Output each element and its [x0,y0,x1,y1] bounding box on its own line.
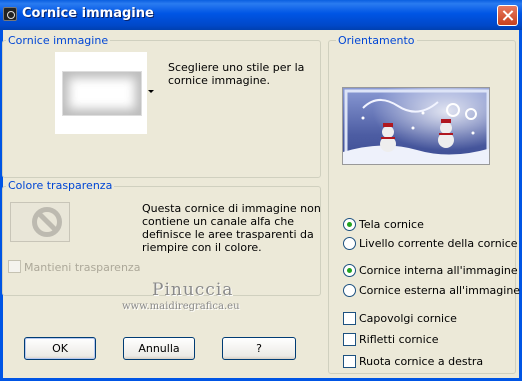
radio-frame-current-layer-label: Livello corrente della cornice [359,237,518,250]
transparency-color-swatch[interactable] [10,202,70,242]
radio-frame-outside[interactable] [343,284,356,297]
close-button[interactable] [497,5,518,26]
keep-transparency-checkbox[interactable] [8,260,21,273]
no-symbol-icon [32,207,62,237]
frame-description-2: cornice immagine. [168,74,270,87]
rotate-frame-checkbox[interactable] [343,355,356,368]
transparency-description: Questa cornice di immagine non [142,202,321,215]
radio-frame-current-layer[interactable] [343,237,356,250]
cancel-button[interactable]: Annulla [123,337,195,360]
transparency-group-label: Colore trasparenza [6,179,115,192]
orientation-group-label: Orientamento [336,34,417,47]
chevron-down-icon[interactable] [148,90,154,93]
frame-description: Scegliere uno stile per la [168,61,305,74]
title-bar[interactable]: Cornice immagine [0,0,522,30]
flip-frame-label: Capovolgi cornice [359,312,457,325]
radio-frame-canvas[interactable] [343,218,356,231]
watermark-name: Pinuccia [152,280,234,300]
preview-image [343,88,489,164]
rotate-frame-label: Ruota cornice a destra [359,355,484,368]
watermark-site: www.maidiregrafica.eu [122,301,240,312]
radio-frame-inside[interactable] [343,264,356,277]
radio-frame-canvas-label: Tela cornice [359,218,424,231]
transparency-description-2: contiene un canale alfa che [142,215,295,228]
frame-group-label: Cornice immagine [6,34,111,47]
mirror-frame-checkbox[interactable] [343,333,356,346]
frame-thumbnail-image [62,71,142,116]
radio-frame-outside-label: Cornice esterna all'immagine [359,284,521,297]
mirror-frame-label: Rifletti cornice [359,333,439,346]
radio-frame-inside-label: Cornice interna all'immagine [359,264,518,277]
flip-frame-checkbox[interactable] [343,312,356,325]
window-title: Cornice immagine [22,6,154,21]
transparency-description-3: definisce le aree trasparenti da [142,228,314,241]
orientation-preview [342,87,490,165]
app-icon [3,7,17,21]
ok-button[interactable]: OK [24,337,96,360]
transparency-description-4: riempire con il colore. [142,241,262,254]
help-button[interactable]: ? [222,337,296,360]
keep-transparency-label: Mantieni trasparenza [24,261,141,274]
